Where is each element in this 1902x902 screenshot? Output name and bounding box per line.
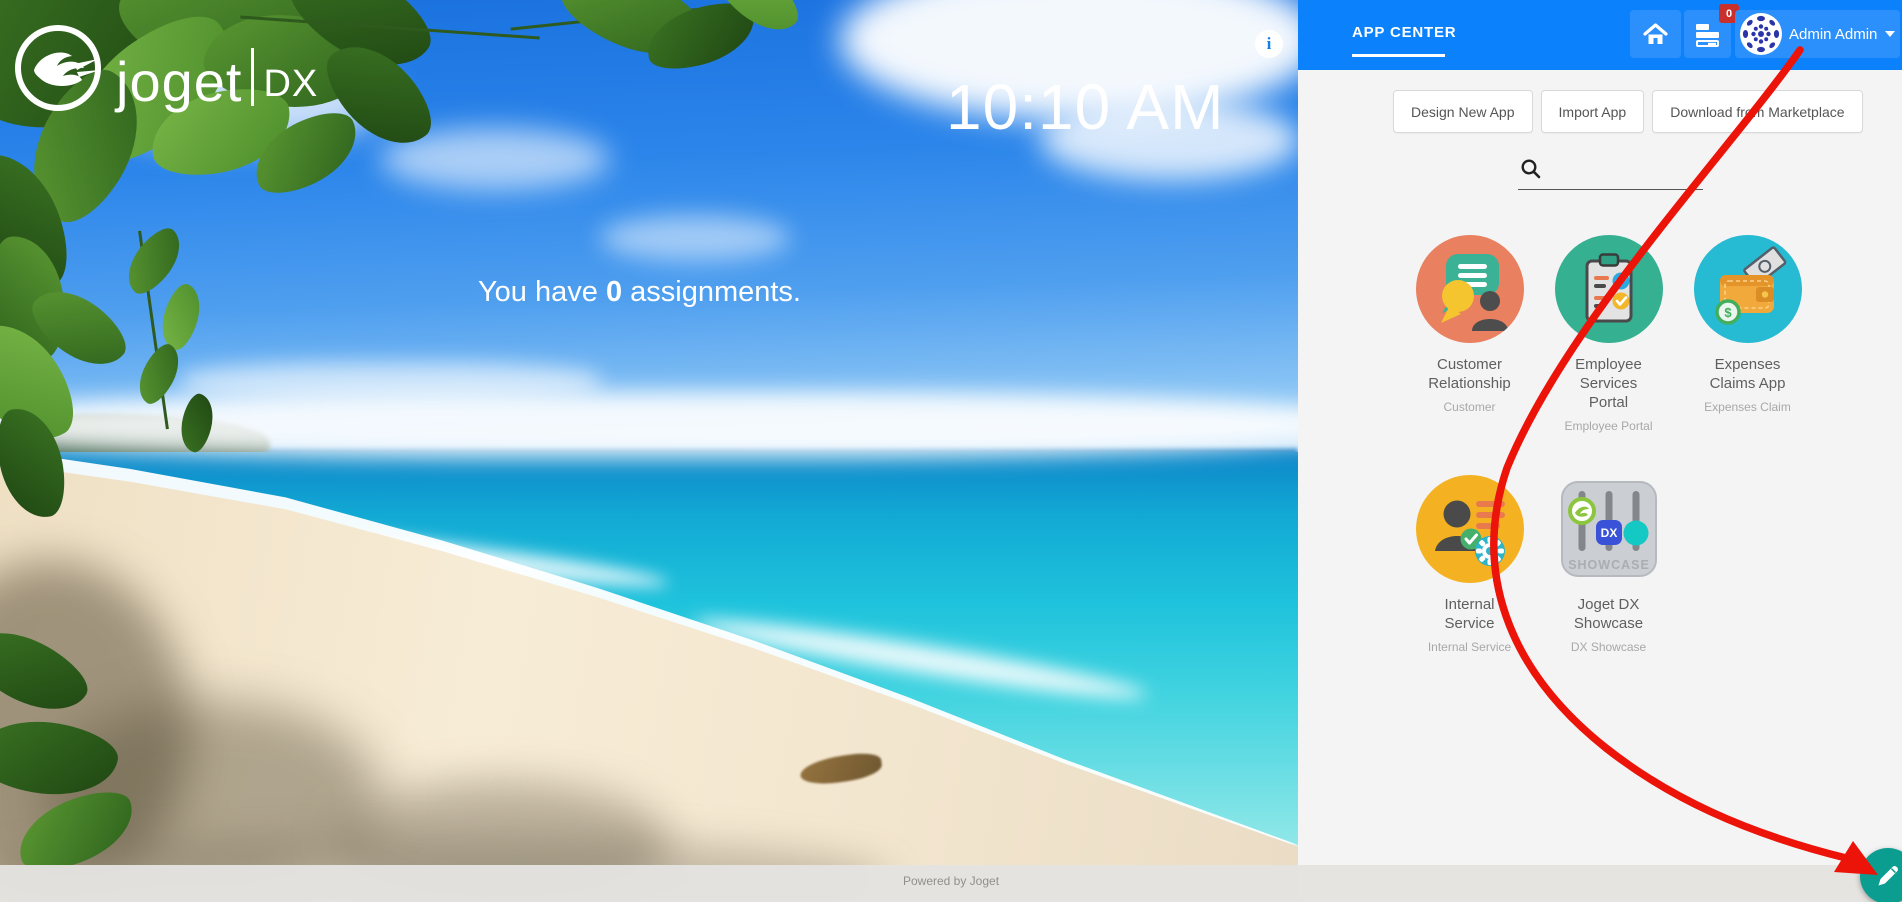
home-icon xyxy=(1642,22,1669,47)
app-title: Expenses Claims App xyxy=(1699,355,1796,393)
app-tile-joget-dx-showcase[interactable]: DX SHOWCASE Joget DX Showcase DX Showcas… xyxy=(1539,473,1678,654)
user-name: Admin Admin xyxy=(1789,26,1877,43)
info-button[interactable]: i xyxy=(1255,30,1283,58)
cloud-band xyxy=(180,362,600,402)
assignments-message: You have 0 assignments. xyxy=(478,276,801,309)
download-from-marketplace-button[interactable]: Download from Marketplace xyxy=(1652,90,1862,133)
tab-app-center[interactable]: APP CENTER xyxy=(1352,24,1456,57)
assignments-count: 0 xyxy=(606,276,622,308)
app-search xyxy=(1518,156,1703,190)
powered-by-text: Powered by Joget xyxy=(0,874,1902,888)
import-app-button[interactable]: Import App xyxy=(1541,90,1645,133)
clock: 10:10 AM xyxy=(946,70,1238,144)
caret-down-icon xyxy=(1885,31,1895,37)
logo-text: joget xyxy=(116,54,242,112)
wallet-money-icon: $ xyxy=(1692,233,1804,345)
design-new-app-button[interactable]: Design New App xyxy=(1393,90,1533,133)
footer-bar: Powered by Joget xyxy=(0,865,1902,902)
showcase-sliders-icon: DX SHOWCASE xyxy=(1553,473,1665,585)
cloud xyxy=(600,215,790,261)
active-tab-underline xyxy=(1352,54,1445,57)
search-input[interactable] xyxy=(1518,156,1703,190)
person-gear-icon xyxy=(1414,473,1526,585)
logo-edition: DX xyxy=(263,63,318,106)
chat-bubbles-person-icon xyxy=(1414,233,1526,345)
joget-app-center-page: joget DX 10:10 AM You have 0 assignments… xyxy=(0,0,1902,902)
app-title: Customer Relationship xyxy=(1421,355,1518,393)
search-icon xyxy=(1520,158,1542,180)
svg-text:$: $ xyxy=(1724,305,1732,320)
inbox-list-icon xyxy=(1695,21,1721,48)
app-toolbar: Design New App Import App Download from … xyxy=(1393,90,1863,133)
app-center-label: APP CENTER xyxy=(1352,24,1456,41)
dx-knob-label: DX xyxy=(1600,526,1617,540)
inbox-button[interactable]: 0 xyxy=(1684,10,1731,58)
logo-divider xyxy=(251,48,254,106)
app-title: Joget DX Showcase xyxy=(1560,595,1657,633)
apps-grid: Customer Relationship Customer xyxy=(1400,233,1820,694)
app-subtitle: Employee Portal xyxy=(1564,419,1652,433)
user-menu-button[interactable]: Admin Admin xyxy=(1735,10,1900,58)
showcase-label: SHOWCASE xyxy=(1568,558,1650,572)
assignments-suffix: assignments. xyxy=(622,276,801,308)
info-icon: i xyxy=(1267,34,1272,54)
app-tile-internal-service[interactable]: Internal Service Internal Service xyxy=(1400,473,1539,654)
app-subtitle: DX Showcase xyxy=(1571,640,1646,654)
app-tile-customer-relationship[interactable]: Customer Relationship Customer xyxy=(1400,233,1539,433)
pencil-icon xyxy=(1875,863,1901,889)
app-tile-employee-services-portal[interactable]: Employee Services Portal Employee Portal xyxy=(1539,233,1678,433)
clipboard-checklist-icon xyxy=(1553,233,1665,345)
app-title: Employee Services Portal xyxy=(1560,355,1657,412)
app-title: Internal Service xyxy=(1421,595,1518,633)
assignments-prefix: You have xyxy=(478,276,606,308)
app-subtitle: Expenses Claim xyxy=(1704,400,1791,414)
app-center-panel: APP CENTER 0 xyxy=(1298,0,1902,902)
user-avatar xyxy=(1740,13,1782,55)
app-subtitle: Customer xyxy=(1443,400,1495,414)
app-tile-expenses-claims[interactable]: $ Expenses Claims App Expenses Claim xyxy=(1678,233,1817,433)
app-subtitle: Internal Service xyxy=(1428,640,1511,654)
panel-header: APP CENTER 0 xyxy=(1298,0,1902,70)
joget-bird-icon xyxy=(14,24,102,112)
home-button[interactable] xyxy=(1630,10,1681,58)
joget-dx-logo: joget DX xyxy=(14,24,318,112)
